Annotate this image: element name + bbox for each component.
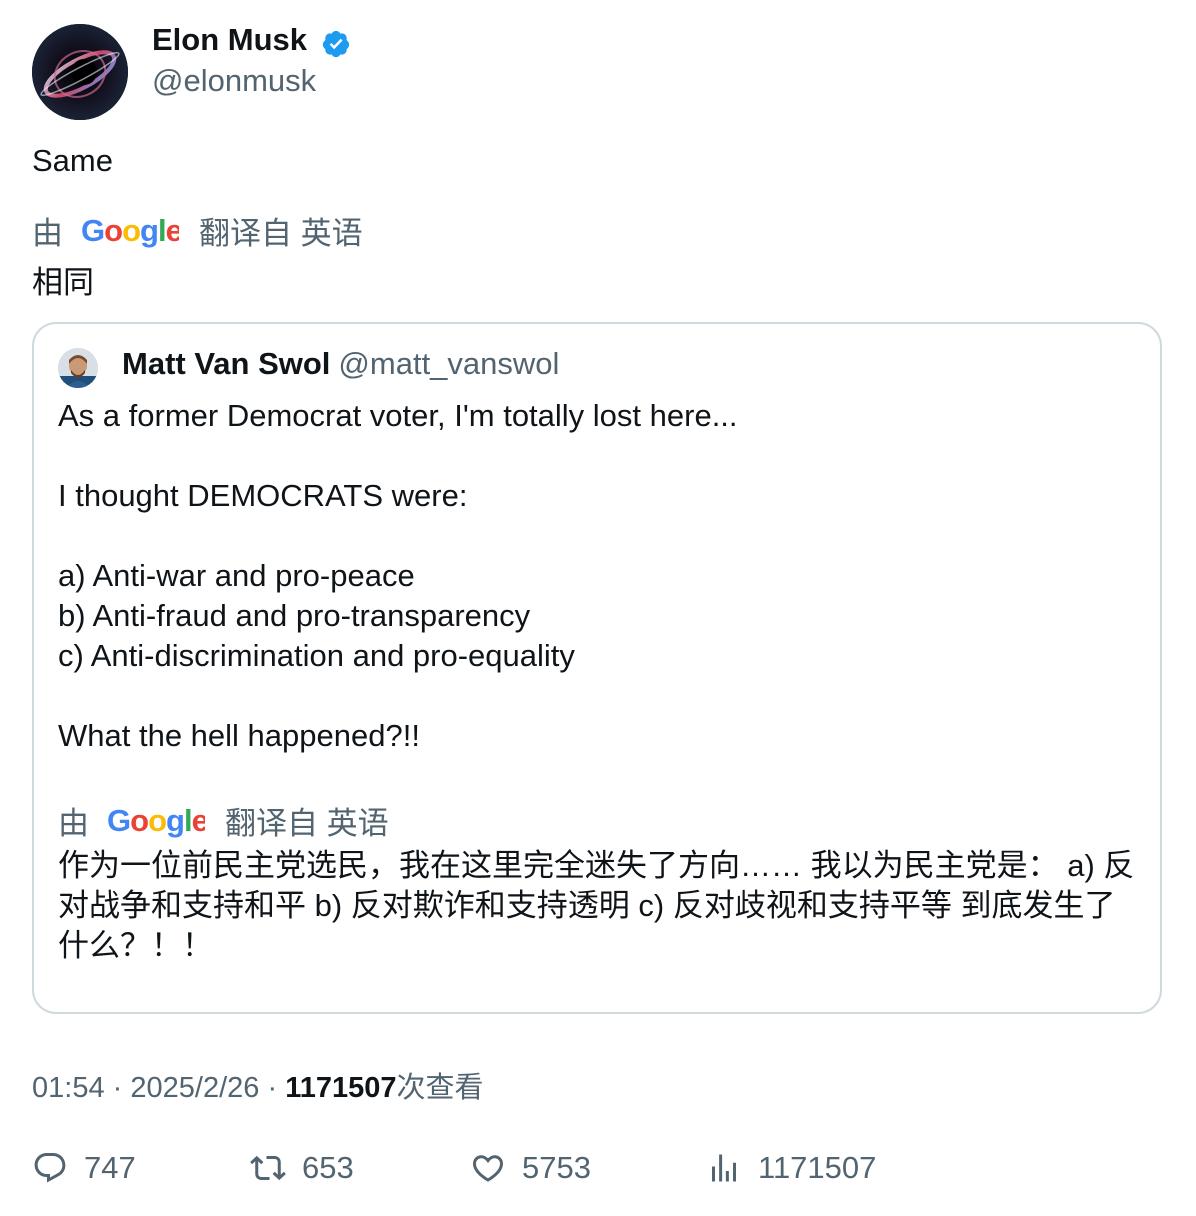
heart-icon — [472, 1155, 504, 1182]
views-label: 次查看 — [396, 1072, 484, 1104]
google-wordmark: Google — [107, 804, 205, 838]
views-count: 1171507 — [285, 1072, 397, 1104]
like-count: 5753 — [522, 1150, 591, 1185]
tweet-text: Same — [32, 143, 113, 178]
quoted-line: What the hell happened?!! — [58, 718, 420, 753]
quoted-tweet-text: As a former Democrat voter, I'm totally … — [58, 396, 1138, 756]
quoted-line: b) Anti-fraud and pro-transparency — [58, 598, 531, 633]
translation-attribution: 由 Google 翻译自 英语 — [32, 208, 363, 253]
google-logo-icon: Google — [81, 214, 179, 248]
analytics-bar-icon — [712, 1154, 736, 1182]
quoted-author-display-name[interactable]: Matt Van Swol — [122, 346, 330, 381]
person-avatar-image — [58, 348, 98, 388]
retweet-button[interactable]: 653 — [250, 1150, 354, 1186]
reply-count: 747 — [84, 1150, 136, 1185]
translation-prefix: 由 — [58, 806, 89, 841]
translation-suffix: 翻译自 英语 — [225, 806, 389, 841]
tweet-meta: 01:54 · 2025/2/26 · 1171507次查看 — [32, 1064, 484, 1106]
quoted-author-handle[interactable]: @matt_vanswol — [338, 346, 559, 381]
tweet-date[interactable]: 2025/2/26 — [130, 1072, 259, 1104]
quoted-line: As a former Democrat voter, I'm totally … — [58, 398, 738, 433]
views-button[interactable]: 1171507 — [706, 1150, 876, 1186]
like-button[interactable]: 5753 — [470, 1150, 591, 1186]
translated-text: 相同 — [32, 265, 94, 300]
quoted-author-avatar[interactable] — [58, 348, 98, 388]
quoted-author-name[interactable]: Matt Van Swol @matt_vanswol — [122, 346, 559, 382]
tweet-time[interactable]: 01:54 — [32, 1072, 105, 1104]
meta-separator: · — [112, 1072, 123, 1104]
reply-button[interactable]: 747 — [32, 1150, 136, 1186]
quoted-translation-attribution: 由 Google 翻译自 英语 — [58, 798, 389, 843]
author-name[interactable]: Elon Musk — [152, 22, 307, 58]
reply-icon — [34, 1153, 66, 1183]
quoted-tweet-card[interactable]: Matt Van Swol @matt_vanswol As a former D… — [32, 322, 1162, 1014]
retweet-count: 653 — [302, 1150, 354, 1185]
google-wordmark: Google — [81, 214, 179, 248]
retweet-icon — [250, 1155, 286, 1181]
svg-text:Google: Google — [107, 804, 205, 838]
quoted-line: c) Anti-discrimination and pro-equality — [58, 638, 575, 673]
meta-separator: · — [267, 1072, 278, 1104]
quoted-line: a) Anti-war and pro-peace — [58, 558, 415, 593]
quoted-translated-text: 作为一位前民主党选民，我在这里完全迷失了方向…… 我以为民主党是： a) 反对战… — [58, 848, 1135, 963]
views-action-count: 1171507 — [758, 1150, 877, 1185]
author-handle[interactable]: @elonmusk — [152, 63, 316, 99]
verified-badge-icon — [321, 29, 351, 59]
google-logo-icon: Google — [107, 804, 205, 838]
author-avatar[interactable] — [32, 24, 128, 120]
svg-text:Google: Google — [81, 214, 179, 248]
black-hole-avatar-image — [32, 24, 128, 120]
translation-suffix: 翻译自 英语 — [199, 216, 363, 251]
quoted-line: I thought DEMOCRATS were: — [58, 478, 468, 513]
translation-prefix: 由 — [32, 216, 63, 251]
